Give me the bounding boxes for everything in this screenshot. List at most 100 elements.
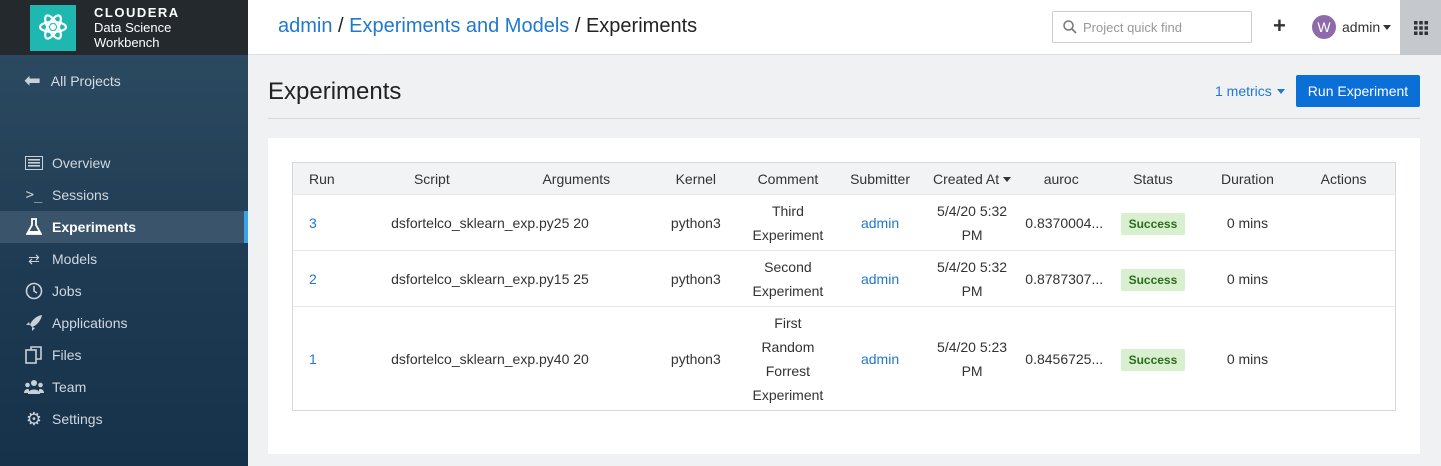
gear-icon: ⚙ xyxy=(25,408,43,429)
table-row: 2 dsfortelco_sklearn_exp.py15 25 python3… xyxy=(292,250,1396,307)
auroc: 0.8456725... xyxy=(1019,306,1104,411)
submitter-link[interactable]: admin xyxy=(835,194,925,251)
run-link[interactable]: 2 xyxy=(292,250,363,307)
comment: Third Experiment xyxy=(740,194,836,251)
submitter-link[interactable]: admin xyxy=(835,250,925,307)
run-experiment-button[interactable]: Run Experiment xyxy=(1296,75,1420,107)
all-projects-label: All Projects xyxy=(50,72,121,89)
search-icon xyxy=(1063,20,1077,34)
comment: First Random Forrest Experiment xyxy=(740,306,836,411)
terminal-icon: >_ xyxy=(25,187,43,203)
breadcrumb-separator: / xyxy=(338,15,350,37)
created-line: PM xyxy=(961,226,983,243)
created-line: PM xyxy=(961,362,983,379)
user-name: admin xyxy=(1342,19,1381,35)
actions-cell xyxy=(1292,306,1396,411)
sidebar-nav: Overview >_ Sessions Experiments ⇄ Model… xyxy=(0,147,248,435)
sidebar-item-label: Applications xyxy=(52,315,128,331)
script-name: dsfortelco_sklearn_exp.py xyxy=(391,350,554,367)
logo-line2: Data Science xyxy=(94,20,172,35)
sidebar-item-overview[interactable]: Overview xyxy=(0,147,248,179)
comment-line: Experiment xyxy=(752,226,824,243)
clock-icon xyxy=(24,282,44,300)
submitter-link[interactable]: admin xyxy=(835,306,925,411)
status-cell: Success xyxy=(1103,306,1203,411)
created-line: 5/4/20 5:23 xyxy=(937,338,1008,355)
sidebar-item-applications[interactable]: Applications xyxy=(0,307,248,339)
sidebar-item-sessions[interactable]: >_ Sessions xyxy=(0,179,248,211)
comment-line: Third xyxy=(771,202,804,219)
kernel: python3 xyxy=(651,250,741,307)
created-line: 5/4/20 5:32 xyxy=(937,258,1008,275)
sidebar-item-label: Sessions xyxy=(52,187,109,203)
metrics-dropdown[interactable]: 1 metrics xyxy=(1215,83,1285,99)
sort-desc-icon xyxy=(1003,177,1012,183)
sidebar-item-models[interactable]: ⇄ Models xyxy=(0,243,248,275)
divider xyxy=(268,118,1420,119)
duration: 0 mins xyxy=(1202,306,1293,411)
script-name: dsfortelco_sklearn_exp.py xyxy=(391,214,554,231)
run-link[interactable]: 1 xyxy=(292,306,363,411)
arguments: 25 20 xyxy=(553,214,589,231)
created-line: 5/4/20 5:32 xyxy=(937,202,1008,219)
back-arrow-icon: ⬅ xyxy=(24,70,41,92)
col-submitter[interactable]: Submitter xyxy=(835,162,925,195)
col-auroc[interactable]: auroc xyxy=(1019,162,1104,195)
breadcrumb: admin / Experiments and Models / Experim… xyxy=(278,15,697,38)
files-icon xyxy=(24,346,44,364)
run-link[interactable]: 3 xyxy=(292,194,363,251)
user-menu[interactable]: W admin xyxy=(1312,15,1392,39)
status-badge: Success xyxy=(1120,268,1186,291)
duration: 0 mins xyxy=(1202,194,1293,251)
logo-brand: CLOUDERA xyxy=(94,5,180,20)
col-arguments[interactable]: Arguments xyxy=(501,162,652,195)
add-icon[interactable]: + xyxy=(1273,13,1286,39)
col-status[interactable]: Status xyxy=(1103,162,1203,195)
all-projects-link[interactable]: ⬅ All Projects xyxy=(24,68,121,93)
sidebar-item-files[interactable]: Files xyxy=(0,339,248,371)
script-args-cell: dsfortelco_sklearn_exp.py15 25 xyxy=(362,250,652,307)
cloudera-logo-icon xyxy=(30,4,76,51)
apps-grid-button[interactable] xyxy=(1400,0,1441,55)
actions-cell xyxy=(1292,194,1396,251)
script-args-cell: dsfortelco_sklearn_exp.py40 20 xyxy=(362,306,652,411)
col-duration[interactable]: Duration xyxy=(1202,162,1293,195)
metrics-label: 1 metrics xyxy=(1215,83,1272,99)
created-at: 5/4/20 5:32 PM xyxy=(924,194,1020,251)
col-kernel[interactable]: Kernel xyxy=(651,162,741,195)
sidebar-item-label: Jobs xyxy=(52,283,82,299)
search-input[interactable] xyxy=(1083,19,1243,35)
logo-area[interactable]: CLOUDERA Data Science Workbench xyxy=(0,0,248,55)
sidebar-item-team[interactable]: Team xyxy=(0,371,248,403)
page-title: Experiments xyxy=(268,78,402,105)
sidebar-item-jobs[interactable]: Jobs xyxy=(0,275,248,307)
sidebar-item-label: Settings xyxy=(52,411,103,427)
col-created-at[interactable]: Created At xyxy=(924,162,1020,195)
col-comment[interactable]: Comment xyxy=(740,162,836,195)
sidebar-item-label: Experiments xyxy=(52,219,137,235)
comment-line: Random xyxy=(761,338,815,355)
table-row: 3 dsfortelco_sklearn_exp.py25 20 python3… xyxy=(292,194,1396,251)
table-header-row: Run Script Arguments Kernel Comment Subm… xyxy=(292,162,1396,195)
team-icon xyxy=(24,378,44,396)
sidebar-item-experiments[interactable]: Experiments xyxy=(0,211,248,243)
project-search[interactable] xyxy=(1052,11,1252,43)
chevron-down-icon xyxy=(1383,24,1392,30)
arguments: 40 20 xyxy=(553,350,589,367)
breadcrumb-project-link[interactable]: Experiments and Models xyxy=(349,15,569,37)
col-run[interactable]: Run xyxy=(292,162,363,195)
comment-line: First xyxy=(774,314,802,331)
breadcrumb-user-link[interactable]: admin xyxy=(278,15,332,37)
created-at: 5/4/20 5:32 PM xyxy=(924,250,1020,307)
arguments: 15 25 xyxy=(553,270,589,287)
sidebar-item-settings[interactable]: ⚙ Settings xyxy=(0,403,248,435)
arrows-icon: ⇄ xyxy=(28,250,40,267)
flask-icon xyxy=(24,218,44,236)
sidebar-item-label: Files xyxy=(52,347,82,363)
actions-cell xyxy=(1292,250,1396,307)
col-script[interactable]: Script xyxy=(362,162,502,195)
breadcrumb-separator: / xyxy=(574,15,586,37)
comment: Second Experiment xyxy=(740,250,836,307)
comment-line: Second xyxy=(764,258,812,275)
status-badge: Success xyxy=(1120,348,1186,371)
